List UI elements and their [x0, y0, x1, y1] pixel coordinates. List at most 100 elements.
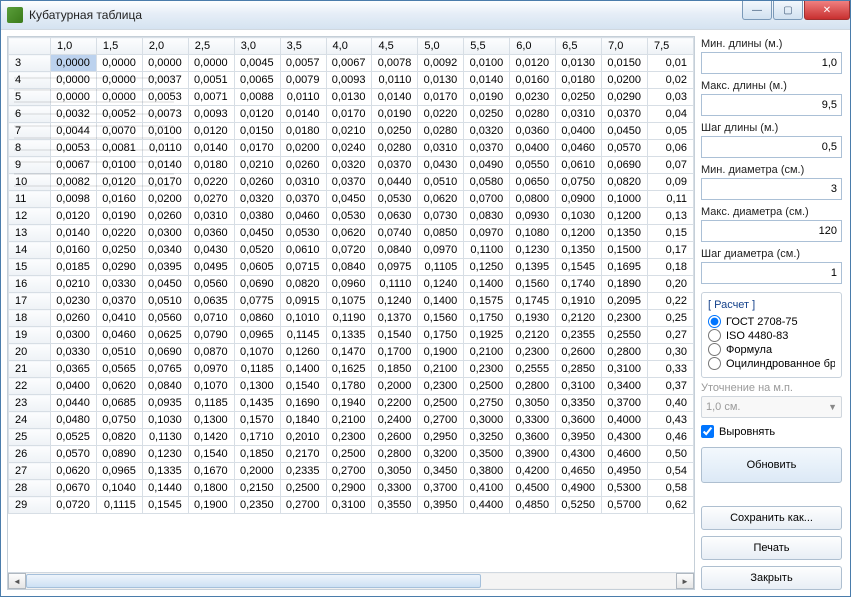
data-cell[interactable]: 0,0570: [602, 140, 648, 157]
data-cell[interactable]: 0,4600: [602, 446, 648, 463]
data-cell[interactable]: 0,0320: [464, 123, 510, 140]
data-cell[interactable]: 0,0092: [418, 55, 464, 72]
data-cell[interactable]: 0,2200: [372, 395, 418, 412]
data-cell[interactable]: 0,2555: [510, 361, 556, 378]
data-cell[interactable]: 0,37: [647, 378, 693, 395]
column-header[interactable]: 1,0: [51, 38, 97, 55]
data-cell[interactable]: 0,2900: [326, 480, 372, 497]
data-cell[interactable]: 0,1625: [326, 361, 372, 378]
data-cell[interactable]: 0,0340: [142, 242, 188, 259]
data-cell[interactable]: 0,3700: [602, 395, 648, 412]
data-cell[interactable]: 0,0000: [51, 72, 97, 89]
column-header[interactable]: 1,5: [96, 38, 142, 55]
data-cell[interactable]: 0,1500: [602, 242, 648, 259]
data-cell[interactable]: 0,1470: [326, 344, 372, 361]
data-cell[interactable]: 0,0180: [556, 72, 602, 89]
data-cell[interactable]: 0,0230: [51, 293, 97, 310]
data-cell[interactable]: 0,1115: [96, 497, 142, 514]
data-cell[interactable]: 0,0180: [280, 123, 326, 140]
scroll-right-button[interactable]: ►: [676, 573, 694, 589]
data-cell[interactable]: 0,0120: [51, 208, 97, 225]
data-cell[interactable]: 0,0870: [188, 344, 234, 361]
row-header[interactable]: 20: [9, 344, 51, 361]
data-cell[interactable]: 0,0070: [96, 123, 142, 140]
data-cell[interactable]: 0,3050: [372, 463, 418, 480]
data-cell[interactable]: 0,0280: [372, 140, 418, 157]
data-cell[interactable]: 0,0450: [234, 225, 280, 242]
row-header[interactable]: 8: [9, 140, 51, 157]
data-cell[interactable]: 0,5700: [602, 497, 648, 514]
scroll-left-button[interactable]: ◄: [8, 573, 26, 589]
data-cell[interactable]: 0,1105: [418, 259, 464, 276]
data-cell[interactable]: 0,0260: [280, 157, 326, 174]
data-cell[interactable]: 0,0580: [464, 174, 510, 191]
data-cell[interactable]: 0,0450: [602, 123, 648, 140]
data-cell[interactable]: 0,1700: [372, 344, 418, 361]
data-cell[interactable]: 0,2600: [372, 429, 418, 446]
data-cell[interactable]: 0,2800: [510, 378, 556, 395]
data-cell[interactable]: 0,2300: [418, 378, 464, 395]
row-header[interactable]: 28: [9, 480, 51, 497]
data-cell[interactable]: 0,0310: [556, 106, 602, 123]
data-cell[interactable]: 0,1200: [556, 225, 602, 242]
data-cell[interactable]: 0,2800: [602, 344, 648, 361]
data-cell[interactable]: 0,4300: [602, 429, 648, 446]
data-cell[interactable]: 0,0820: [602, 174, 648, 191]
data-cell[interactable]: 0,0093: [188, 106, 234, 123]
data-cell[interactable]: 0,1435: [234, 395, 280, 412]
row-header[interactable]: 12: [9, 208, 51, 225]
data-cell[interactable]: 0,54: [647, 463, 693, 480]
data-cell[interactable]: 0,1670: [188, 463, 234, 480]
data-cell[interactable]: 0,0220: [96, 225, 142, 242]
data-cell[interactable]: 0,5250: [556, 497, 602, 514]
data-cell[interactable]: 0,0150: [234, 123, 280, 140]
data-cell[interactable]: 0,0395: [142, 259, 188, 276]
data-cell[interactable]: 0,1400: [464, 276, 510, 293]
data-cell[interactable]: 0,0044: [51, 123, 97, 140]
data-cell[interactable]: 0,0051: [188, 72, 234, 89]
data-cell[interactable]: 0,0510: [96, 344, 142, 361]
data-cell[interactable]: 0,0460: [556, 140, 602, 157]
data-cell[interactable]: 0,0260: [234, 174, 280, 191]
data-cell[interactable]: 0,0720: [51, 497, 97, 514]
data-cell[interactable]: 0,0715: [280, 259, 326, 276]
data-cell[interactable]: 0,0565: [96, 361, 142, 378]
data-cell[interactable]: 0,4500: [510, 480, 556, 497]
row-header[interactable]: 10: [9, 174, 51, 191]
data-cell[interactable]: 0,0140: [372, 89, 418, 106]
data-cell[interactable]: 0,0110: [372, 72, 418, 89]
row-header[interactable]: 27: [9, 463, 51, 480]
data-cell[interactable]: 0,0045: [234, 55, 280, 72]
data-cell[interactable]: 0,3000: [464, 412, 510, 429]
data-cell[interactable]: 0,0490: [464, 157, 510, 174]
data-cell[interactable]: 0,1010: [280, 310, 326, 327]
data-cell[interactable]: 0,30: [647, 344, 693, 361]
data-cell[interactable]: 0,0073: [142, 106, 188, 123]
data-cell[interactable]: 0,0410: [96, 310, 142, 327]
data-cell[interactable]: 0,0530: [372, 191, 418, 208]
data-cell[interactable]: 0,0690: [142, 344, 188, 361]
data-cell[interactable]: 0,0037: [142, 72, 188, 89]
data-cell[interactable]: 0,2500: [464, 378, 510, 395]
data-cell[interactable]: 0,4000: [602, 412, 648, 429]
data-cell[interactable]: 0,0520: [234, 242, 280, 259]
data-cell[interactable]: 0,1930: [510, 310, 556, 327]
data-cell[interactable]: 0,1080: [510, 225, 556, 242]
data-cell[interactable]: 0,3700: [418, 480, 464, 497]
data-cell[interactable]: 0,0370: [326, 174, 372, 191]
data-cell[interactable]: 0,0850: [418, 225, 464, 242]
data-cell[interactable]: 0,1800: [188, 480, 234, 497]
data-cell[interactable]: 0,0970: [188, 361, 234, 378]
data-cell[interactable]: 0,4400: [464, 497, 510, 514]
data-cell[interactable]: 0,0093: [326, 72, 372, 89]
data-cell[interactable]: 0,0200: [602, 72, 648, 89]
data-cell[interactable]: 0,1570: [234, 412, 280, 429]
data-cell[interactable]: 0,1130: [142, 429, 188, 446]
data-cell[interactable]: 0,0120: [510, 55, 556, 72]
data-cell[interactable]: 0,2300: [326, 429, 372, 446]
data-cell[interactable]: 0,0370: [372, 157, 418, 174]
max-diameter-input[interactable]: [701, 220, 842, 242]
data-cell[interactable]: 0,1780: [326, 378, 372, 395]
data-cell[interactable]: 0,02: [647, 72, 693, 89]
data-cell[interactable]: 0,1075: [326, 293, 372, 310]
